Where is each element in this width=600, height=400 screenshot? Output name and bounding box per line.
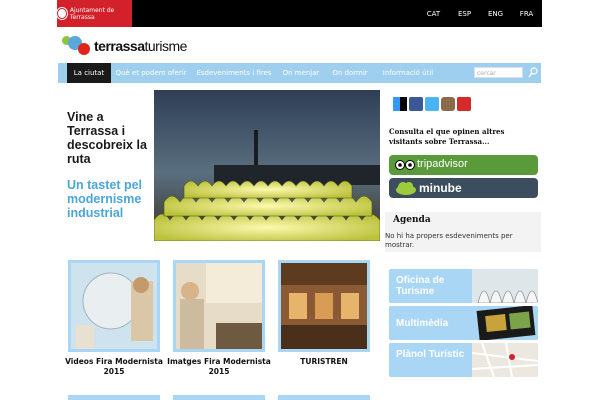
hero-subtitle: Un tastet pel modernisme industrial [67, 178, 143, 220]
feature-thumb-partial [278, 395, 370, 400]
tripadvisor-button[interactable]: tripadvisor [389, 155, 538, 175]
instagram-icon[interactable] [441, 97, 455, 111]
nav-item-on-menjar[interactable]: On menjar [280, 63, 322, 83]
imatges-thumb-image [176, 263, 262, 349]
oficina-image [472, 269, 538, 303]
delicious-icon[interactable] [393, 97, 407, 111]
minube-cloud-icon [396, 182, 416, 195]
language-cat[interactable]: CAT [418, 0, 449, 27]
language-esp[interactable]: ESP [449, 0, 480, 27]
language-eng[interactable]: ENG [480, 0, 511, 27]
hero-banner[interactable]: Vine a Terrassa i descobreix la ruta Un … [58, 90, 380, 241]
hero-title: Vine a Terrassa i descobreix la ruta [67, 110, 147, 166]
ajuntament-logo[interactable]: Ajuntament de Terrassa [57, 0, 132, 27]
seal-icon [57, 8, 67, 19]
nav-item-la-ciutat[interactable]: La ciutat [67, 63, 111, 83]
feature-caption[interactable]: Videos Fira Modernista 2015 [60, 357, 168, 377]
map-image [472, 343, 538, 377]
tile-oficina-turisme[interactable]: Oficina de Turisme [389, 269, 538, 303]
turistren-thumb-image [281, 263, 367, 349]
tile-multimedia[interactable]: Multimèdia [389, 306, 538, 340]
tile-label: Oficina de Turisme [396, 275, 445, 297]
nav-item-informacio-util[interactable]: Informació útil [378, 63, 438, 83]
search-icon[interactable] [528, 67, 538, 78]
feature-thumb-turistren[interactable] [278, 260, 370, 352]
owl-icon [395, 160, 415, 170]
main-nav: La ciutat Què et podem oferir Esdevenime… [58, 63, 541, 83]
feature-thumb-imatges[interactable] [173, 260, 265, 352]
logo-normal-text: turisme [144, 38, 188, 54]
minube-button[interactable]: minube [389, 178, 538, 198]
logo-bold-text: terrassa [94, 38, 145, 54]
feature-thumb-videos[interactable] [68, 260, 160, 352]
videos-thumb-image [71, 263, 157, 349]
tile-label: Multimèdia [396, 318, 449, 329]
search-input[interactable]: cercar [474, 67, 523, 78]
tile-planol-turistic[interactable]: Plànol Turístic [389, 343, 538, 377]
agenda-empty-text: No hi ha propers esdeveniments per mostr… [385, 232, 513, 249]
site-logo[interactable]: terrassaturisme [60, 33, 187, 59]
agenda-title: Agenda [393, 215, 431, 225]
feature-thumb-partial [68, 395, 160, 400]
logo-dots-icon [60, 34, 94, 58]
minube-label: minube [419, 181, 462, 195]
social-icons [393, 97, 471, 111]
nav-item-que-et-podem-oferir[interactable]: Què et podem oferir [114, 63, 188, 83]
language-fra[interactable]: FRA [511, 0, 542, 27]
tile-label: Plànol Turístic [396, 349, 465, 360]
nav-item-on-dormir[interactable]: On dormir [330, 63, 370, 83]
feature-caption[interactable]: TURISTREN [270, 357, 378, 367]
hero-image [154, 90, 380, 241]
nav-item-esdeveniments[interactable]: Esdeveniments i fires [196, 63, 272, 83]
twitter-icon[interactable] [425, 97, 439, 111]
ajuntament-label: Ajuntament de Terrassa [69, 6, 115, 21]
facebook-icon[interactable] [409, 97, 423, 111]
language-selector: CAT ESP ENG FRA [418, 0, 542, 27]
tripadvisor-label: tripadvisor [417, 158, 468, 170]
consult-text: Consulta el que opinen altres visitants … [389, 127, 505, 146]
film-strip-icon [476, 306, 536, 340]
youtube-icon[interactable] [457, 97, 471, 111]
feature-thumb-partial [173, 395, 265, 400]
feature-caption[interactable]: Imatges Fira Modernista 2015 [165, 357, 273, 377]
